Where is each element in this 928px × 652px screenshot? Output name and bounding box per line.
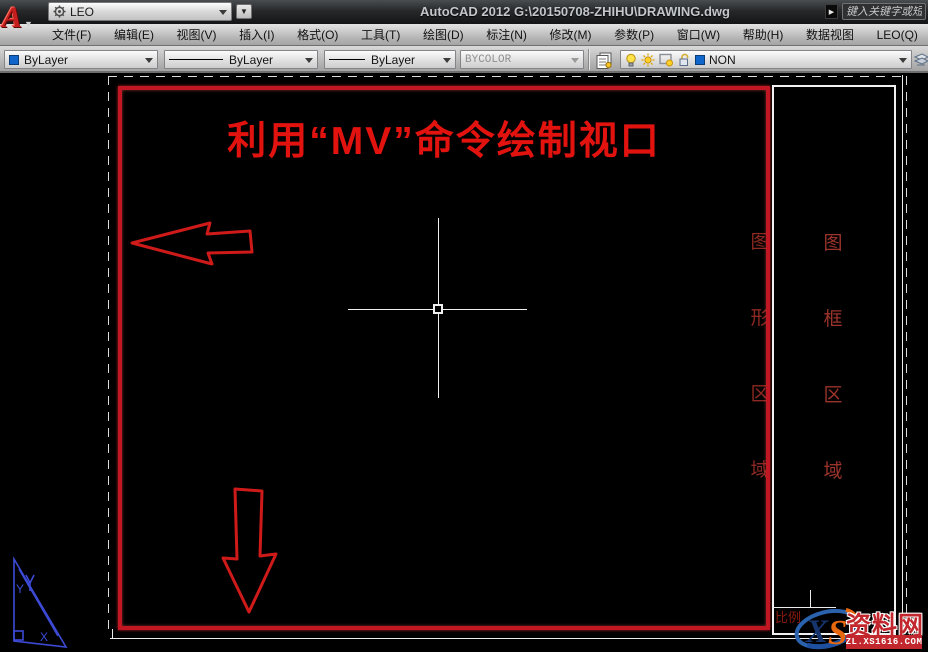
color-control-dropdown[interactable]: ByLayer — [4, 50, 158, 69]
lineweight-sample-icon — [329, 59, 365, 60]
menu-file[interactable]: 文件(F) — [50, 24, 93, 45]
search-input[interactable] — [842, 3, 926, 20]
menu-draw[interactable]: 绘图(D) — [421, 24, 466, 45]
layer-stack-icon — [914, 52, 928, 68]
left-arrow-shape — [128, 218, 254, 266]
menu-edit[interactable]: 编辑(E) — [112, 24, 156, 45]
search-history-button[interactable]: ▶ — [825, 4, 838, 19]
watermark-url: ZL.XS1616.COM — [846, 637, 923, 647]
plotstyle-control-dropdown: BYCOLOR — [460, 50, 584, 69]
watermark: X S 资料网 ZL.XS1616.COM — [760, 580, 928, 652]
menu-dimension[interactable]: 标注(N) — [484, 24, 529, 45]
paper-edge-corner — [112, 629, 113, 638]
layer-control-dropdown[interactable]: NON — [620, 50, 912, 69]
toolbar-divider — [588, 49, 590, 70]
annotation-text: 利用“MV”命令绘制视口 — [118, 110, 770, 166]
paper-edge-right — [902, 75, 903, 638]
color-swatch-icon — [9, 55, 19, 65]
crosshair-pickbox — [433, 304, 443, 314]
chevron-down-icon — [899, 58, 907, 67]
gear-icon — [53, 5, 66, 18]
chevron-down-icon — [145, 58, 153, 67]
menu-help[interactable]: 帮助(H) — [741, 24, 786, 45]
application-menu-button[interactable]: A ▼ — [2, 1, 44, 43]
layer-color-swatch-icon — [695, 55, 705, 65]
layer-properties-button[interactable] — [592, 50, 616, 70]
lineweight-control-dropdown[interactable]: ByLayer — [324, 50, 456, 69]
menu-insert[interactable]: 插入(I) — [237, 24, 276, 45]
menu-bar: 文件(F) 编辑(E) 视图(V) 插入(I) 格式(O) 工具(T) 绘图(D… — [0, 24, 928, 46]
paper-margin-dashed-top — [108, 76, 906, 77]
logo-letter-s: S — [828, 613, 847, 652]
color-control-value: ByLayer — [24, 53, 68, 67]
menu-window[interactable]: 窗口(W) — [675, 24, 722, 45]
paper-margin-dashed-left — [108, 76, 109, 636]
menu-view[interactable]: 视图(V) — [175, 24, 219, 45]
svg-text:X: X — [40, 630, 48, 644]
toolbar-row: ByLayer ByLayer ByLayer BYCOLOR — [0, 46, 928, 73]
down-arrow-shape — [218, 486, 280, 616]
drawing-canvas[interactable]: 图 形 区 域 图 框 区 域 利用“MV”命令绘制视口 — [0, 73, 928, 652]
unlock-icon — [678, 53, 691, 67]
make-layer-current-button[interactable] — [914, 50, 928, 70]
sun-freeze-icon — [641, 53, 655, 67]
layer-manager-icon — [595, 52, 613, 69]
ucs-paperspace-icon: X Y — [4, 553, 76, 651]
logo-letter-x: X — [805, 614, 829, 650]
autocad-logo-icon: A — [2, 1, 22, 35]
layer-name: NON — [709, 53, 736, 67]
plotstyle-control-value: BYCOLOR — [465, 54, 511, 66]
lightbulb-icon — [625, 53, 637, 67]
paper-margin-dashed-right — [906, 76, 907, 644]
autocad-window: AutoCAD 2012 G:\20150708-ZHIHU\DRAWING.d… — [0, 0, 928, 652]
menu-format[interactable]: 格式(O) — [295, 24, 340, 45]
mv-viewport-rectangle — [118, 86, 770, 630]
svg-text:Y: Y — [16, 582, 24, 596]
linetype-control-value: ByLayer — [229, 53, 273, 67]
lineweight-control-value: ByLayer — [371, 53, 415, 67]
linetype-control-dropdown[interactable]: ByLayer — [164, 50, 318, 69]
menu-tools[interactable]: 工具(T) — [359, 24, 402, 45]
menu-modify[interactable]: 修改(M) — [548, 24, 594, 45]
workspace-name: LEO — [70, 5, 94, 19]
linetype-sample-icon — [169, 59, 223, 60]
quick-access-customize-button[interactable]: ▼ — [236, 4, 252, 19]
title-frame-rectangle — [772, 85, 896, 635]
menu-dataview[interactable]: 数据视图 — [804, 24, 856, 45]
watermark-url-bar: ZL.XS1616.COM — [846, 635, 922, 649]
viewport-freeze-icon — [659, 53, 674, 67]
menu-parametric[interactable]: 参数(P) — [612, 24, 656, 45]
chevron-down-icon — [571, 58, 579, 67]
chevron-down-icon — [305, 58, 313, 67]
menu-leo[interactable]: LEO(Q) — [875, 26, 920, 44]
chevron-down-icon — [443, 58, 451, 67]
chevron-down-icon: ▼ — [24, 19, 33, 29]
workspace-dropdown[interactable]: LEO — [48, 2, 232, 21]
window-title: AutoCAD 2012 G:\20150708-ZHIHU\DRAWING.d… — [330, 4, 820, 19]
chevron-down-icon — [219, 10, 227, 19]
